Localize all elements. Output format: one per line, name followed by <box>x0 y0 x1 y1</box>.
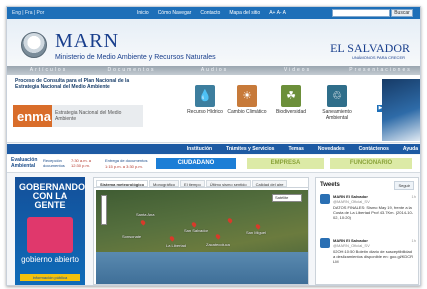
delivery-title: Entrega de documentos <box>105 158 148 163</box>
map-canvas[interactable]: Satélite Santa Ana San Salvador San Migu… <box>96 190 308 284</box>
enma-word: enma <box>17 109 51 124</box>
map-city-label: Zacatecoluca <box>206 242 230 247</box>
nav-institucion[interactable]: Institución <box>187 144 212 154</box>
coat-of-arms-icon[interactable] <box>21 32 47 58</box>
biodiversity-icon: ☘ <box>281 85 301 107</box>
sanitation-icon: ♲ <box>327 85 347 107</box>
top-nav: Inicio Cómo Navegar Contacto Mapa del si… <box>137 10 286 16</box>
map-tab-tiempo[interactable]: El tiempo <box>180 180 205 187</box>
tab-funcionario[interactable]: FUNCIONARIO <box>330 158 412 169</box>
tweets-widget: Tweets Seguir MARN El Salvador @MARN_Ofi… <box>315 177 419 285</box>
nav-contactenos[interactable]: Contáctenos <box>359 144 389 154</box>
weather-map-panel: Sistema meteorológico Monográfico El tie… <box>93 177 309 285</box>
country-logo[interactable]: EL SALVADOR <box>330 41 410 56</box>
tab-ciudadano[interactable]: CIUDADANO <box>156 158 236 169</box>
map-zoom-control[interactable] <box>101 195 107 225</box>
enma-logo[interactable]: enma Estrategia Nacional del Medio Ambie… <box>13 105 143 127</box>
map-tab-sistema[interactable]: Sistema meteorológico <box>96 180 149 187</box>
language-links[interactable]: Eng | Fra | Por <box>12 10 44 16</box>
avatar[interactable] <box>320 194 330 204</box>
water-drop-icon: 💧 <box>195 85 215 107</box>
top-nav-contacto[interactable]: Contacto <box>200 10 220 16</box>
tab-empresa[interactable]: EMPRESA <box>247 158 324 169</box>
map-type-select[interactable]: Satélite <box>272 194 302 202</box>
map-sea <box>96 252 308 284</box>
map-city-label: San Miguel <box>246 230 267 235</box>
site-header: MARN Ministerio de Medio Ambiente y Recu… <box>7 19 420 66</box>
map-marker-icon[interactable] <box>226 217 234 224</box>
map-city-label: Santa Ana <box>136 212 155 217</box>
map-marker-icon[interactable] <box>139 219 147 226</box>
informacion-publica-text: información pública <box>20 274 80 281</box>
strip-videos[interactable]: Videos <box>256 66 339 75</box>
gobernando-banner[interactable]: GOBERNANDO CON LA GENTE gobierno abierto… <box>15 177 85 285</box>
map-tabs: Sistema meteorológico Monográfico El tie… <box>94 178 308 188</box>
tweet-item[interactable]: MARN El Salvador @MARN_Oficial_SV 1h DAT… <box>320 194 416 234</box>
map-city-label: San Salvador <box>184 228 209 233</box>
tweet-item[interactable]: MARN El Salvador @MARN_Oficial_SV 1h 02O… <box>320 238 416 278</box>
evaluation-label[interactable]: Evaluación Ambiental <box>11 157 41 169</box>
font-size-controls[interactable]: A+ A- A <box>269 10 286 16</box>
nav-ayuda[interactable]: Ayuda <box>403 144 418 154</box>
map-tab-aire[interactable]: Calidad del aire <box>251 180 288 187</box>
map-marker-icon[interactable] <box>168 235 176 242</box>
reception-title: Recepción documentos <box>43 158 65 168</box>
feature-banner[interactable]: Proceso de Consulta para el Plan Naciona… <box>7 75 420 143</box>
gobierno-abierto-text: gobierno abierto <box>21 255 79 264</box>
tweet-text: DATOS FINALES: Sismo May 19, frente a la… <box>333 205 414 220</box>
strip-presentaciones[interactable]: Presentaciones <box>339 66 420 75</box>
map-city-label: La Libertad <box>166 243 187 248</box>
nav-temas[interactable]: Temas <box>288 144 303 154</box>
site-subtitle: Ministerio de Medio Ambiente y Recursos … <box>55 54 216 61</box>
map-marker-icon[interactable] <box>214 233 222 240</box>
delivery-time: 1:15 p.m. a 3:30 p.m. <box>105 164 143 169</box>
climate-icon: ☀ <box>237 85 257 107</box>
browser-frame: Eng | Fra | Por Inicio Cómo Navegar Cont… <box>6 6 421 286</box>
tweets-title: Tweets <box>320 182 340 188</box>
map-city-label: Sonsonate <box>122 234 142 239</box>
map-tab-sismo[interactable]: Último sismo sentido <box>205 180 251 187</box>
tweet-handle[interactable]: @MARN_Oficial_SV <box>333 199 370 204</box>
pillar-recurso-hidrico[interactable]: 💧 Recurso Hídrico <box>183 85 227 115</box>
section-strip: Artículos Documentos Audios Videos Prese… <box>7 66 420 75</box>
tweet-time: 1h <box>411 238 416 243</box>
search-button[interactable]: Buscar <box>391 9 413 17</box>
site-title[interactable]: MARN <box>55 30 119 53</box>
top-nav-inicio[interactable]: Inicio <box>137 10 149 16</box>
pillar-cambio-climatico[interactable]: ☀ Cambio Climático <box>225 85 269 115</box>
main-nav: Institución Trámites y Servicios Temas N… <box>7 144 420 154</box>
avatar[interactable] <box>320 238 330 248</box>
map-tab-monografico[interactable]: Monográfico <box>149 180 180 187</box>
tweet-handle[interactable]: @MARN_Oficial_SV <box>333 243 370 248</box>
tweet-time: 1h <box>411 194 416 199</box>
gobernando-title: GOBERNANDO CON LA GENTE <box>19 182 86 210</box>
map-marker-icon[interactable] <box>190 221 198 228</box>
strip-audios[interactable]: Audios <box>173 66 256 75</box>
pillar-saneamiento[interactable]: ♲ Saneamiento Ambiental <box>315 85 359 121</box>
banner-side-image[interactable] <box>382 79 420 141</box>
map-marker-icon[interactable] <box>254 223 262 230</box>
tweet-text: 02OH:10:50 Boletín diario de susceptibil… <box>333 249 414 264</box>
top-nav-mapa[interactable]: Mapa del sitio <box>229 10 260 16</box>
open-government-icon <box>27 217 73 253</box>
strip-articulos[interactable]: Artículos <box>7 66 90 75</box>
top-bar: Eng | Fra | Por Inicio Cómo Navegar Cont… <box>7 7 420 19</box>
strip-documentos[interactable]: Documentos <box>90 66 173 75</box>
pillar-biodiversidad[interactable]: ☘ Biodiversidad <box>269 85 313 115</box>
search-input[interactable] <box>332 9 390 17</box>
evaluation-row: Evaluación Ambiental Recepción documento… <box>7 155 420 173</box>
nav-tramites[interactable]: Trámites y Servicios <box>226 144 274 154</box>
consult-heading: Proceso de Consulta para el Plan Naciona… <box>15 78 130 90</box>
reception-time: 7:30 a.m. a 12:30 p.m. <box>71 158 92 168</box>
country-tagline: UNÁMONOS PARA CRECER <box>351 55 405 60</box>
enma-text: Estrategia Nacional del Medio Ambiente <box>55 110 122 122</box>
top-nav-como-navegar[interactable]: Cómo Navegar <box>158 10 192 16</box>
follow-button[interactable]: Seguir <box>394 181 414 190</box>
nav-novedades[interactable]: Novedades <box>318 144 345 154</box>
